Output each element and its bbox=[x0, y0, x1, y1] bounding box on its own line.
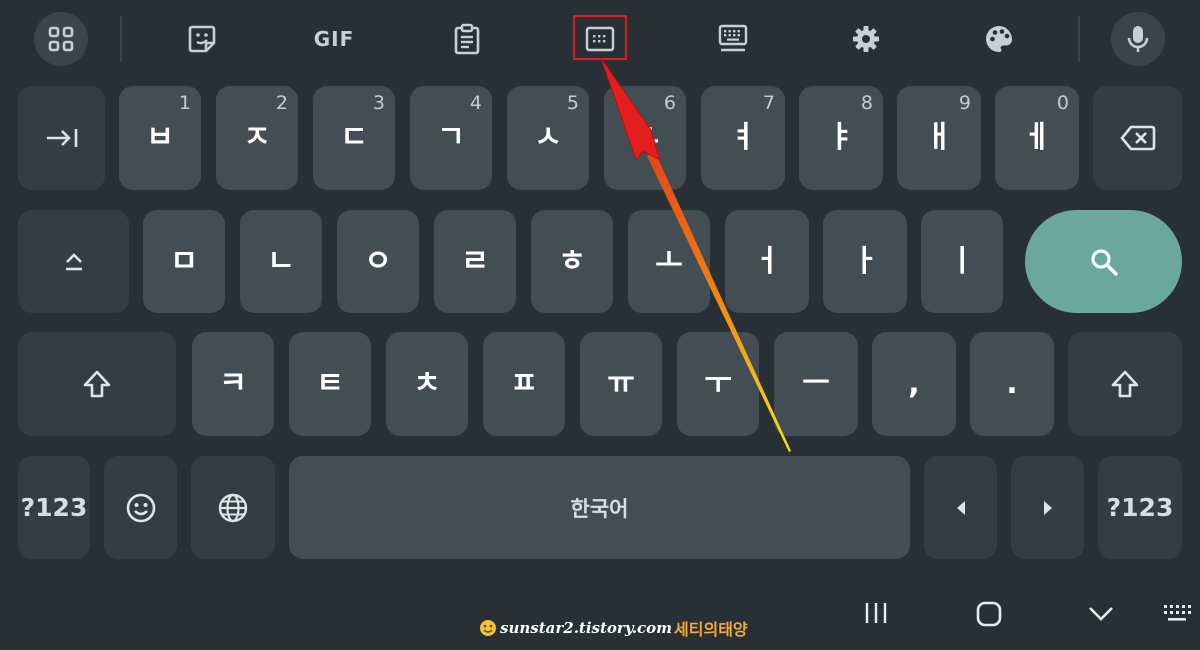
annotation-arrow bbox=[600, 57, 791, 452]
arrow-head bbox=[600, 57, 661, 162]
arrow-shaft bbox=[647, 152, 791, 452]
